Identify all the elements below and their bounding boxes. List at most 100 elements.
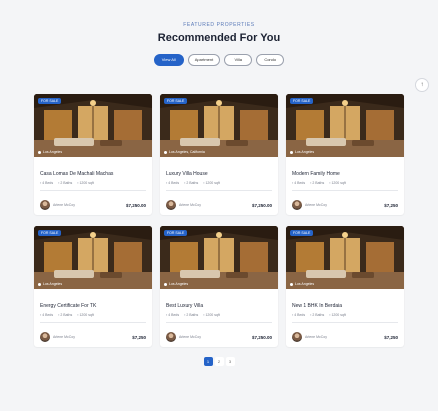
property-photo[interactable]: FOR SALE Los Angeles: [160, 226, 278, 289]
agent-info[interactable]: Arlene McCoy: [166, 200, 201, 210]
property-card[interactable]: FOR SALE Los Angeles Modern Family Home …: [286, 94, 404, 215]
section-title: Recommended For You: [157, 32, 281, 44]
property-price: $7,250.00: [251, 335, 272, 340]
area-size: 1200 sqft: [77, 313, 93, 317]
avatar: [40, 200, 50, 210]
location-text: Los Angeles: [43, 282, 63, 286]
agent-info[interactable]: Arlene McCoy: [40, 200, 75, 210]
agent-info[interactable]: Arlene McCoy: [166, 332, 201, 342]
location-pin-icon: [290, 150, 293, 154]
card-divider: [40, 322, 146, 323]
property-features: 4 Beds 2 Baths 1200 sqft: [292, 181, 346, 185]
property-card[interactable]: FOR SALE Los Angeles Casa Lomas De Macha…: [34, 94, 152, 215]
location-label: Los Angeles, California: [164, 150, 205, 154]
baths-count: 2 Baths: [58, 313, 72, 317]
location-pin-icon: [164, 150, 167, 154]
property-photo[interactable]: FOR SALE Los Angeles: [286, 226, 404, 289]
area-size: 1200 sqft: [329, 181, 345, 185]
arrow-up-icon[interactable]: ↑: [415, 78, 429, 92]
property-card[interactable]: FOR SALE Los Angeles, California Luxury …: [160, 94, 278, 215]
card-divider: [40, 190, 146, 191]
card-divider: [292, 190, 398, 191]
area-size: 1200 sqft: [203, 181, 219, 185]
agent-info[interactable]: Arlene McCoy: [292, 332, 327, 342]
property-name[interactable]: Luxury Villa House: [166, 171, 208, 177]
property-price: $7,250.00: [251, 203, 272, 208]
agent-name: Arlene McCoy: [305, 203, 327, 207]
property-name[interactable]: Casa Lomas De Machali Machas: [40, 171, 113, 177]
area-size: 1200 sqft: [329, 313, 345, 317]
tab-condo[interactable]: Condo: [256, 54, 285, 66]
property-name[interactable]: Modern Family Home: [292, 171, 340, 177]
location-label: Los Angeles: [290, 282, 314, 286]
tab-apartment[interactable]: Apartment: [187, 54, 221, 66]
beds-count: 4 Beds: [166, 181, 179, 185]
property-price: $7,250: [132, 335, 146, 340]
location-pin-icon: [164, 282, 167, 286]
location-text: Los Angeles: [43, 150, 63, 154]
property-photo[interactable]: FOR SALE Los Angeles: [34, 226, 152, 289]
property-features: 4 Beds 2 Baths 1200 sqft: [40, 313, 94, 317]
property-features: 4 Beds 2 Baths 1200 sqft: [166, 181, 220, 185]
page-2-button[interactable]: 2: [214, 357, 224, 366]
location-label: Los Angeles: [38, 282, 62, 286]
avatar: [166, 332, 176, 342]
property-price: $7,250: [384, 335, 398, 340]
status-badge: FOR SALE: [164, 230, 188, 236]
beds-count: 4 Beds: [40, 181, 53, 185]
status-badge: FOR SALE: [164, 98, 188, 104]
baths-count: 2 Baths: [184, 181, 198, 185]
location-label: Los Angeles: [164, 282, 188, 286]
agent-info[interactable]: Arlene McCoy: [292, 200, 327, 210]
location-text: Los Angeles: [295, 282, 315, 286]
status-badge: FOR SALE: [290, 98, 314, 104]
property-card[interactable]: FOR SALE Los Angeles Best Luxury Villa 4…: [160, 226, 278, 347]
baths-count: 2 Baths: [58, 181, 72, 185]
baths-count: 2 Baths: [310, 313, 324, 317]
agent-info[interactable]: Arlene McCoy: [40, 332, 75, 342]
location-text: Los Angeles, California: [169, 150, 205, 154]
area-size: 1200 sqft: [77, 181, 93, 185]
location-pin-icon: [38, 150, 41, 154]
property-name[interactable]: Energy Certificate For TK: [40, 303, 96, 309]
filter-tabs: View All Apartment Villa Condo: [0, 54, 438, 66]
property-features: 4 Beds 2 Baths 1200 sqft: [166, 313, 220, 317]
property-price: $7,250.00: [125, 203, 146, 208]
property-photo[interactable]: FOR SALE Los Angeles: [34, 94, 152, 157]
beds-count: 4 Beds: [40, 313, 53, 317]
location-label: Los Angeles: [38, 150, 62, 154]
property-features: 4 Beds 2 Baths 1200 sqft: [40, 181, 94, 185]
location-pin-icon: [290, 282, 293, 286]
agent-name: Arlene McCoy: [53, 335, 75, 339]
property-photo[interactable]: FOR SALE Los Angeles, California: [160, 94, 278, 157]
page-1-button[interactable]: 1: [203, 357, 213, 366]
section-eyebrow: FEATURED PROPERTIES: [183, 22, 255, 28]
avatar: [166, 200, 176, 210]
status-badge: FOR SALE: [290, 230, 314, 236]
card-divider: [166, 322, 272, 323]
beds-count: 4 Beds: [292, 181, 305, 185]
property-card[interactable]: FOR SALE Los Angeles New 1 BHK In Berdai…: [286, 226, 404, 347]
property-grid: FOR SALE Los Angeles Casa Lomas De Macha…: [34, 94, 404, 347]
pagination: 1 2 3: [0, 357, 438, 366]
property-name[interactable]: Best Luxury Villa: [166, 303, 203, 309]
location-text: Los Angeles: [169, 282, 189, 286]
property-features: 4 Beds 2 Baths 1200 sqft: [292, 313, 346, 317]
page-3-button[interactable]: 3: [225, 357, 235, 366]
avatar: [292, 200, 302, 210]
property-name[interactable]: New 1 BHK In Berdaia: [292, 303, 342, 309]
agent-name: Arlene McCoy: [53, 203, 75, 207]
status-badge: FOR SALE: [38, 230, 62, 236]
tab-villa[interactable]: Villa: [224, 54, 253, 66]
avatar: [292, 332, 302, 342]
location-pin-icon: [38, 282, 41, 286]
beds-count: 4 Beds: [166, 313, 179, 317]
property-photo[interactable]: FOR SALE Los Angeles: [286, 94, 404, 157]
property-card[interactable]: FOR SALE Los Angeles Energy Certificate …: [34, 226, 152, 347]
baths-count: 2 Baths: [310, 181, 324, 185]
property-price: $7,250: [384, 203, 398, 208]
tab-view-all[interactable]: View All: [153, 54, 184, 66]
agent-name: Arlene McCoy: [179, 203, 201, 207]
baths-count: 2 Baths: [184, 313, 198, 317]
avatar: [40, 332, 50, 342]
